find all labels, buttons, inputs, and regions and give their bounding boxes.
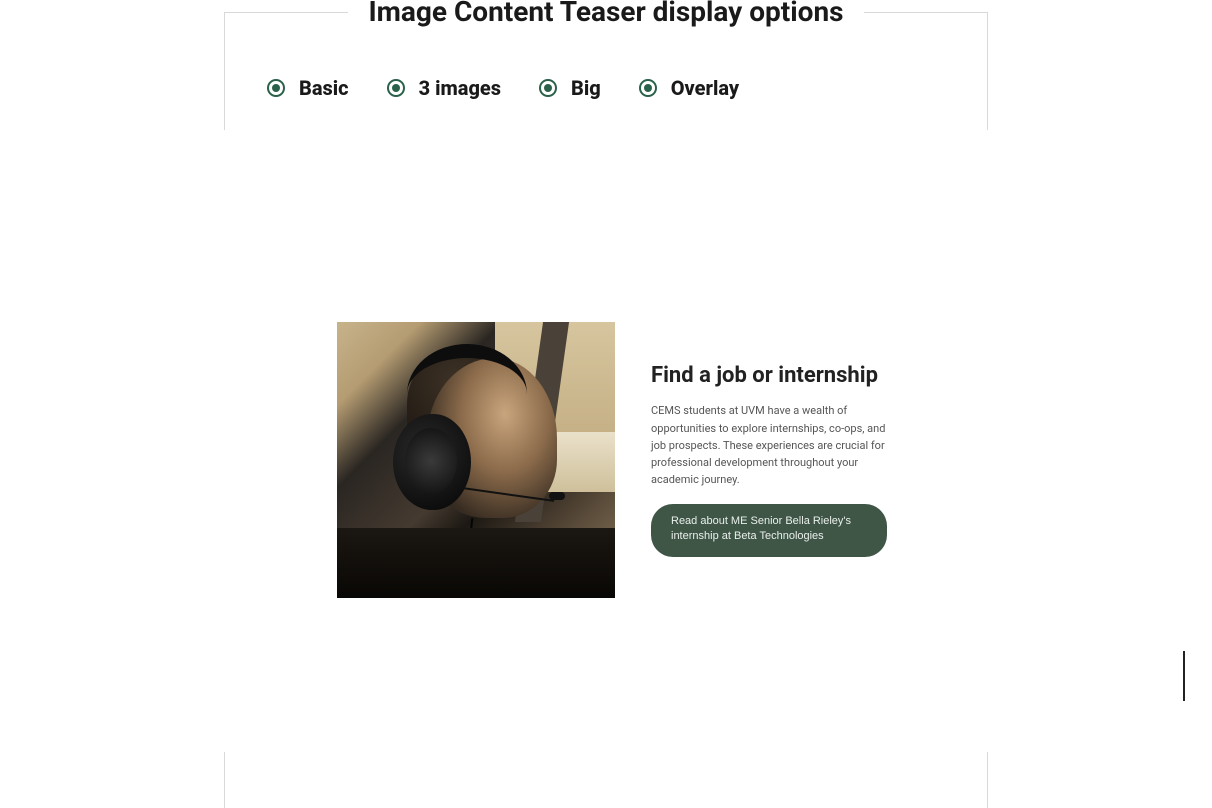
option-label: Overlay xyxy=(671,76,739,100)
radio-selected-icon xyxy=(639,79,657,97)
fieldset-legend: Image Content Teaser display options xyxy=(225,0,987,28)
option-3-images[interactable]: 3 images xyxy=(387,76,501,100)
image-content-teaser: Find a job or internship CEMS students a… xyxy=(337,322,887,598)
scroll-indicator-stub xyxy=(1183,651,1185,701)
radio-selected-icon xyxy=(539,79,557,97)
option-label: Basic xyxy=(299,76,349,100)
option-overlay[interactable]: Overlay xyxy=(639,76,739,100)
option-label: 3 images xyxy=(419,76,501,100)
teaser-title: Find a job or internship xyxy=(651,363,887,388)
page-title: Image Content Teaser display options xyxy=(348,0,863,28)
option-big[interactable]: Big xyxy=(539,76,601,100)
teaser-cta-button[interactable]: Read about ME Senior Bella Rieley's inte… xyxy=(651,504,887,557)
option-label: Big xyxy=(571,76,601,100)
fieldset-bottom-border-fragment xyxy=(224,752,988,808)
teaser-text-block: Find a job or internship CEMS students a… xyxy=(651,363,887,556)
radio-selected-icon xyxy=(267,79,285,97)
teaser-image xyxy=(337,322,615,598)
radio-selected-icon xyxy=(387,79,405,97)
teaser-description: CEMS students at UVM have a wealth of op… xyxy=(651,402,887,487)
option-basic[interactable]: Basic xyxy=(267,76,349,100)
display-options-fieldset: Image Content Teaser display options Bas… xyxy=(224,12,988,130)
options-row: Basic 3 images Big Overlay xyxy=(225,28,987,130)
